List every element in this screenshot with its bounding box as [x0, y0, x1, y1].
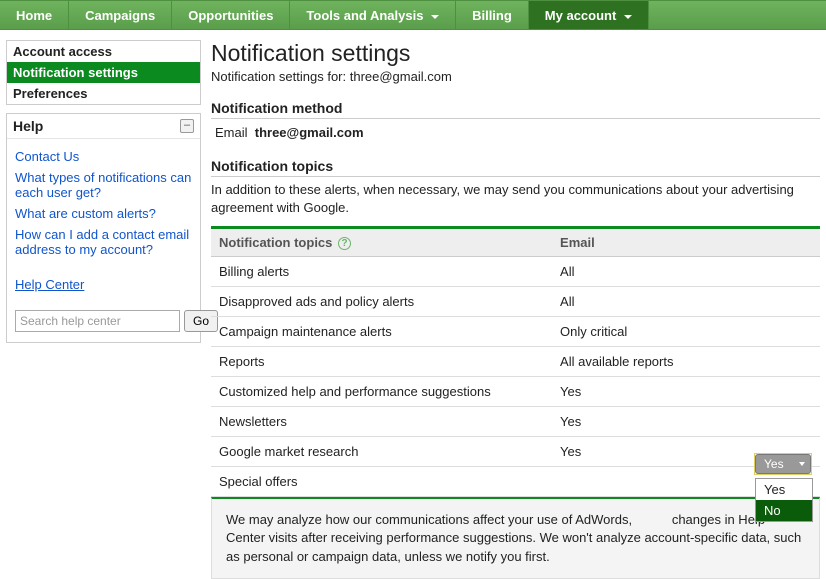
- table-row: Campaign maintenance alerts Only critica…: [211, 317, 820, 347]
- help-link-add-email[interactable]: How can I add a contact email address to…: [15, 227, 192, 257]
- table-row: Customized help and performance suggesti…: [211, 377, 820, 407]
- dropdown-option-yes[interactable]: Yes: [756, 479, 812, 500]
- table-row-special-offers: Special offers Yes Yes No: [211, 467, 820, 497]
- nav-tools-label: Tools and Analysis: [306, 8, 423, 23]
- help-search-input[interactable]: [15, 310, 180, 332]
- chevron-down-icon: [431, 15, 439, 19]
- special-offers-dropdown: Yes Yes No: [754, 453, 812, 475]
- sidebar-item-account-access[interactable]: Account access: [7, 41, 200, 62]
- nav-tools[interactable]: Tools and Analysis: [290, 1, 456, 29]
- dropdown-option-no[interactable]: No: [756, 500, 812, 521]
- nav-campaigns[interactable]: Campaigns: [69, 1, 172, 29]
- page-title: Notification settings: [211, 40, 820, 67]
- sidebar-item-notification-settings[interactable]: Notification settings: [7, 62, 200, 83]
- nav-opportunities[interactable]: Opportunities: [172, 1, 290, 29]
- nav-account-label: My account: [545, 8, 617, 23]
- sidebar-nav: Account access Notification settings Pre…: [6, 40, 201, 105]
- nav-billing[interactable]: Billing: [456, 1, 529, 29]
- help-link-contact[interactable]: Contact Us: [15, 149, 192, 164]
- notification-method: Email three@gmail.com: [211, 123, 820, 158]
- nav-home[interactable]: Home: [0, 1, 69, 29]
- help-panel: Help – Contact Us What types of notifica…: [6, 113, 201, 343]
- page-subtitle: Notification settings for: three@gmail.c…: [211, 69, 820, 84]
- nav-my-account[interactable]: My account: [529, 1, 649, 29]
- sidebar-item-preferences[interactable]: Preferences: [7, 83, 200, 104]
- table-row: Newsletters Yes: [211, 407, 820, 437]
- help-link-types[interactable]: What types of notifications can each use…: [15, 170, 192, 200]
- collapse-button[interactable]: –: [180, 119, 194, 133]
- notification-topics-table: Notification topics ? Email Billing aler…: [211, 226, 820, 497]
- col-header-email: Email: [552, 228, 820, 257]
- top-nav: Home Campaigns Opportunities Tools and A…: [0, 0, 826, 30]
- help-icon[interactable]: ?: [338, 237, 351, 250]
- table-row: Disapproved ads and policy alerts All: [211, 287, 820, 317]
- help-title: Help: [13, 118, 43, 134]
- topics-heading: Notification topics: [211, 158, 820, 174]
- special-offers-dropdown-button[interactable]: Yes: [755, 454, 811, 474]
- method-heading: Notification method: [211, 100, 820, 116]
- help-link-custom-alerts[interactable]: What are custom alerts?: [15, 206, 192, 221]
- special-offers-dropdown-menu: Yes No: [755, 478, 813, 522]
- table-row: Reports All available reports: [211, 347, 820, 377]
- footer-disclaimer: We may analyze how our communications af…: [211, 497, 820, 579]
- table-row: Google market research Yes: [211, 437, 820, 467]
- help-link-help-center[interactable]: Help Center: [15, 267, 192, 292]
- table-row: Billing alerts All: [211, 257, 820, 287]
- topics-description: In addition to these alerts, when necess…: [211, 181, 820, 216]
- chevron-down-icon: [624, 15, 632, 19]
- col-header-topics: Notification topics ?: [211, 228, 552, 257]
